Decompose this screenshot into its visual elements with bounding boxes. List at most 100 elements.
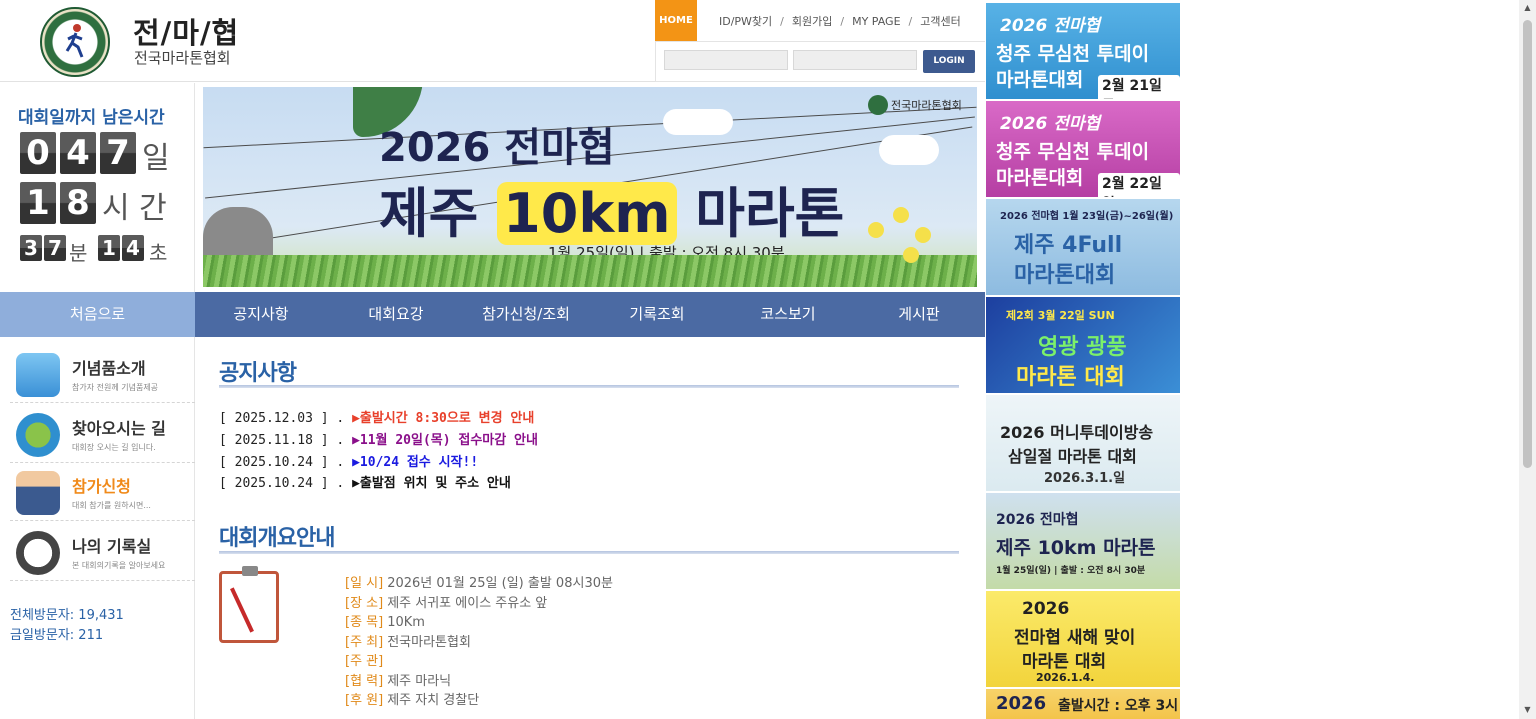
banner-line3: 마라톤 대회	[1016, 365, 1125, 390]
nav-course[interactable]: 코스보기	[727, 292, 849, 337]
hero-title-highlight: 10km	[497, 182, 677, 245]
flower	[868, 222, 884, 238]
find-id-pw-link[interactable]: ID/PW찾기	[719, 15, 772, 28]
brand-title[interactable]: 전/마/협	[133, 10, 239, 52]
grass-decoration	[203, 255, 977, 287]
sidebar-item-my-records[interactable]: 나의 기록실 본 대회의기록을 알아보세요	[10, 523, 195, 581]
event-banner-column: 2026 전마협 청주 무심천 투데이 마라톤대회 2월 21일 토 2026 …	[986, 3, 1180, 719]
sidebar-item-title: 찾아오시는 길	[72, 419, 166, 438]
notice-item[interactable]: [ 2025.11.18 ] . ▶11월 20일(목) 접수마감 안내	[219, 429, 538, 448]
event-banner[interactable]: 2026 전마협 1월 23일(금)~26일(월) 제주 4Full 마라톤대회	[986, 199, 1180, 295]
password-input[interactable]	[793, 50, 917, 70]
notice-link[interactable]: ▶11월 20일(목) 접수마감 안내	[352, 433, 538, 448]
notice-date: [ 2025.12.03 ] .	[219, 411, 345, 426]
nav-guidelines[interactable]: 대회요강	[335, 292, 457, 337]
nav-notice[interactable]: 공지사항	[200, 292, 322, 337]
home-button[interactable]: HOME	[655, 0, 697, 41]
overview-row: [주 관]	[345, 650, 387, 669]
countdown-digit: 0	[20, 132, 56, 174]
sidebar-item-desc: 대회장 오시는 길 입니다.	[72, 443, 156, 452]
join-link[interactable]: 회원가입	[792, 15, 832, 28]
notice-date: [ 2025.10.24 ] .	[219, 476, 345, 491]
main-content: 공지사항 [ 2025.12.03 ] . ▶출발시간 8:30으로 변경 안내…	[195, 337, 985, 719]
overview-section-title: 대회개요안내	[219, 526, 335, 551]
event-banner[interactable]: 2026 머니투데이방송 삼일절 마라톤 대회 2026.3.1.일	[986, 395, 1180, 491]
clipboard-icon	[219, 566, 279, 643]
notice-item[interactable]: [ 2025.10.24 ] . ▶10/24 접수 시작!!	[219, 451, 478, 470]
overview-key: [종 목]	[345, 615, 384, 630]
banner-line1: 2026	[1022, 599, 1070, 619]
overview-key: [협 력]	[345, 674, 384, 689]
sidebar-item-title: 나의 기록실	[72, 537, 152, 556]
scroll-up-arrow-icon[interactable]: ▲	[1523, 4, 1532, 12]
banner-line3: 마라톤대회	[996, 69, 1084, 91]
site-header: 전/마/협 전국마라톤협회	[0, 0, 655, 82]
user-id-input[interactable]	[664, 50, 788, 70]
banner-line1: 제2회 3월 22일 SUN	[1006, 309, 1115, 322]
countdown-title: 대회일까지 남은시간	[18, 108, 165, 128]
banner-line3: 2026.3.1.일	[1044, 471, 1126, 486]
event-banner[interactable]: 2026 전마협 새해 맞이 마라톤 대회 2026.1.4.	[986, 591, 1180, 687]
notice-item[interactable]: [ 2025.12.03 ] . ▶출발시간 8:30으로 변경 안내	[219, 407, 534, 426]
days-unit: 일	[142, 141, 170, 176]
section-divider	[219, 551, 959, 554]
banner-line2: 제주 4Full	[1014, 233, 1123, 258]
banner-line1: 2026	[996, 693, 1047, 714]
notice-section-title[interactable]: 공지사항	[219, 355, 297, 387]
event-banner[interactable]: 2026 전마협 청주 무심천 투데이 마라톤대회 2월 21일 토	[986, 3, 1180, 99]
event-banner[interactable]: 2026 전마협 청주 무심천 투데이 마라톤대회 2월 22일 일	[986, 101, 1180, 197]
countdown-digit: 1	[98, 235, 120, 261]
notice-item[interactable]: [ 2025.10.24 ] . ▶출발점 위치 및 주소 안내	[219, 472, 511, 491]
flower	[903, 247, 919, 263]
separator: /	[840, 15, 845, 28]
notice-date: [ 2025.11.18 ] .	[219, 433, 345, 448]
overview-value: 제주 서귀포 에이스 주유소 앞	[387, 596, 548, 611]
overview-row: [장 소] 제주 서귀포 에이스 주유소 앞	[345, 592, 547, 611]
sidebar-item-directions[interactable]: 찾아오시는 길 대회장 오시는 길 입니다.	[10, 405, 195, 463]
scroll-down-arrow-icon[interactable]: ▼	[1523, 706, 1532, 714]
event-banner[interactable]: 2026 출발시간 : 오후 3시	[986, 689, 1180, 719]
association-logo[interactable]	[40, 7, 110, 77]
hero-org-name: 전국마라톤협회	[891, 99, 962, 112]
overview-key: [주 관]	[345, 654, 384, 669]
event-banner[interactable]: 2026 전마협 제주 10km 마라톤 1월 25일(일) | 출발 : 오전…	[986, 493, 1180, 589]
overview-key: [후 원]	[345, 693, 384, 708]
banner-line2: 청주 무심천 투데이	[996, 141, 1150, 163]
nav-records[interactable]: 기록조회	[596, 292, 718, 337]
countdown-digit: 8	[60, 182, 96, 224]
sidebar-item-title: 기념품소개	[72, 359, 146, 378]
banner-line1: 2026 전마협	[1000, 16, 1101, 36]
notice-link[interactable]: ▶출발시간 8:30으로 변경 안내	[352, 411, 534, 426]
nav-home[interactable]: 처음으로	[0, 292, 195, 337]
banner-date-tag: 2026.1.4.	[1036, 671, 1095, 684]
my-page-link[interactable]: MY PAGE	[852, 15, 900, 28]
event-banner[interactable]: 제2회 3월 22일 SUN 영광 광풍 마라톤 대회	[986, 297, 1180, 393]
sidebar-item-apply[interactable]: 참가신청 대회 참가를 원하시면...	[10, 463, 195, 521]
association-emblem-icon	[868, 95, 888, 115]
countdown-digit: 1	[20, 182, 56, 224]
banner-line1: 2026 전마협 1월 23일(금)~26일(월)	[1000, 211, 1174, 222]
pen-icon	[230, 587, 254, 633]
gift-box-icon	[16, 353, 60, 397]
notice-date: [ 2025.10.24 ] .	[219, 455, 345, 470]
customer-center-link[interactable]: 고객센터	[920, 15, 960, 28]
visitors-today: 금일방문자: 211	[10, 628, 104, 643]
hero-banner[interactable]: 전국마라톤협회 2026 전마협 제주 10km 마라톤 1월 25일(일) |…	[203, 87, 977, 287]
separator: /	[908, 15, 913, 28]
stopwatch-icon	[16, 531, 60, 575]
banner-line1: 2026 머니투데이방송	[1000, 423, 1154, 442]
sidebar-item-souvenir[interactable]: 기념품소개 참가자 전원께 기념품제공	[10, 345, 195, 403]
runner-icon	[65, 24, 84, 58]
notice-link[interactable]: ▶출발점 위치 및 주소 안내	[352, 476, 511, 491]
countdown-digit: 4	[122, 235, 144, 261]
login-button[interactable]: LOGIN	[923, 50, 975, 73]
nav-registration[interactable]: 참가신청/조회	[465, 292, 587, 337]
notice-link[interactable]: ▶10/24 접수 시작!!	[352, 455, 478, 470]
hours-unit: 시 간	[102, 191, 167, 226]
banner-line2: 청주 무심천 투데이	[996, 43, 1150, 65]
scrollbar-thumb[interactable]	[1523, 20, 1532, 468]
minutes-unit: 분	[69, 241, 88, 265]
overview-row: [협 력] 제주 마라닉	[345, 670, 451, 689]
nav-board[interactable]: 게시판	[858, 292, 980, 337]
banner-line1: 2026 전마협	[1000, 114, 1101, 134]
